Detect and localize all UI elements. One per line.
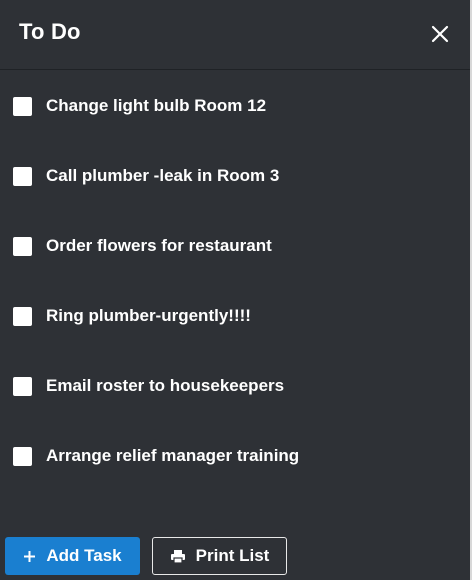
task-checkbox[interactable]: [13, 236, 32, 256]
task-item[interactable]: Email roster to housekeepers: [13, 373, 453, 399]
task-checkbox[interactable]: [13, 446, 32, 466]
task-label: Email roster to housekeepers: [46, 376, 285, 395]
add-task-button[interactable]: Add Task: [5, 537, 140, 575]
task-label: Arrange relief manager training: [46, 446, 300, 465]
task-checkbox[interactable]: [13, 166, 32, 186]
task-checkbox[interactable]: [13, 306, 32, 326]
panel-title: To Do: [19, 19, 81, 44]
task-label: Order flowers for restaurant: [46, 236, 272, 255]
task-item[interactable]: Order flowers for restaurant: [13, 233, 453, 259]
task-item[interactable]: Arrange relief manager training: [13, 443, 453, 469]
print-list-label: Print List: [195, 546, 270, 565]
task-item[interactable]: Change light bulb Room 12: [13, 93, 453, 119]
todo-panel: To Do Change light bulb Room 12 Call plu…: [0, 0, 472, 580]
task-label: Ring plumber-urgently!!!!: [46, 306, 251, 325]
panel-header: To Do: [0, 0, 470, 70]
plus-icon: [23, 550, 36, 563]
add-task-label: Add Task: [46, 546, 122, 565]
task-item[interactable]: Call plumber -leak in Room 3: [13, 163, 453, 189]
close-icon: [431, 25, 449, 43]
print-list-button[interactable]: Print List: [152, 537, 287, 575]
task-checkbox[interactable]: [13, 96, 32, 116]
close-button[interactable]: [428, 22, 452, 46]
task-checkbox[interactable]: [13, 376, 32, 396]
printer-icon: [170, 549, 186, 564]
task-label: Change light bulb Room 12: [46, 96, 267, 115]
task-item[interactable]: Ring plumber-urgently!!!!: [13, 303, 453, 329]
task-label: Call plumber -leak in Room 3: [46, 166, 280, 185]
